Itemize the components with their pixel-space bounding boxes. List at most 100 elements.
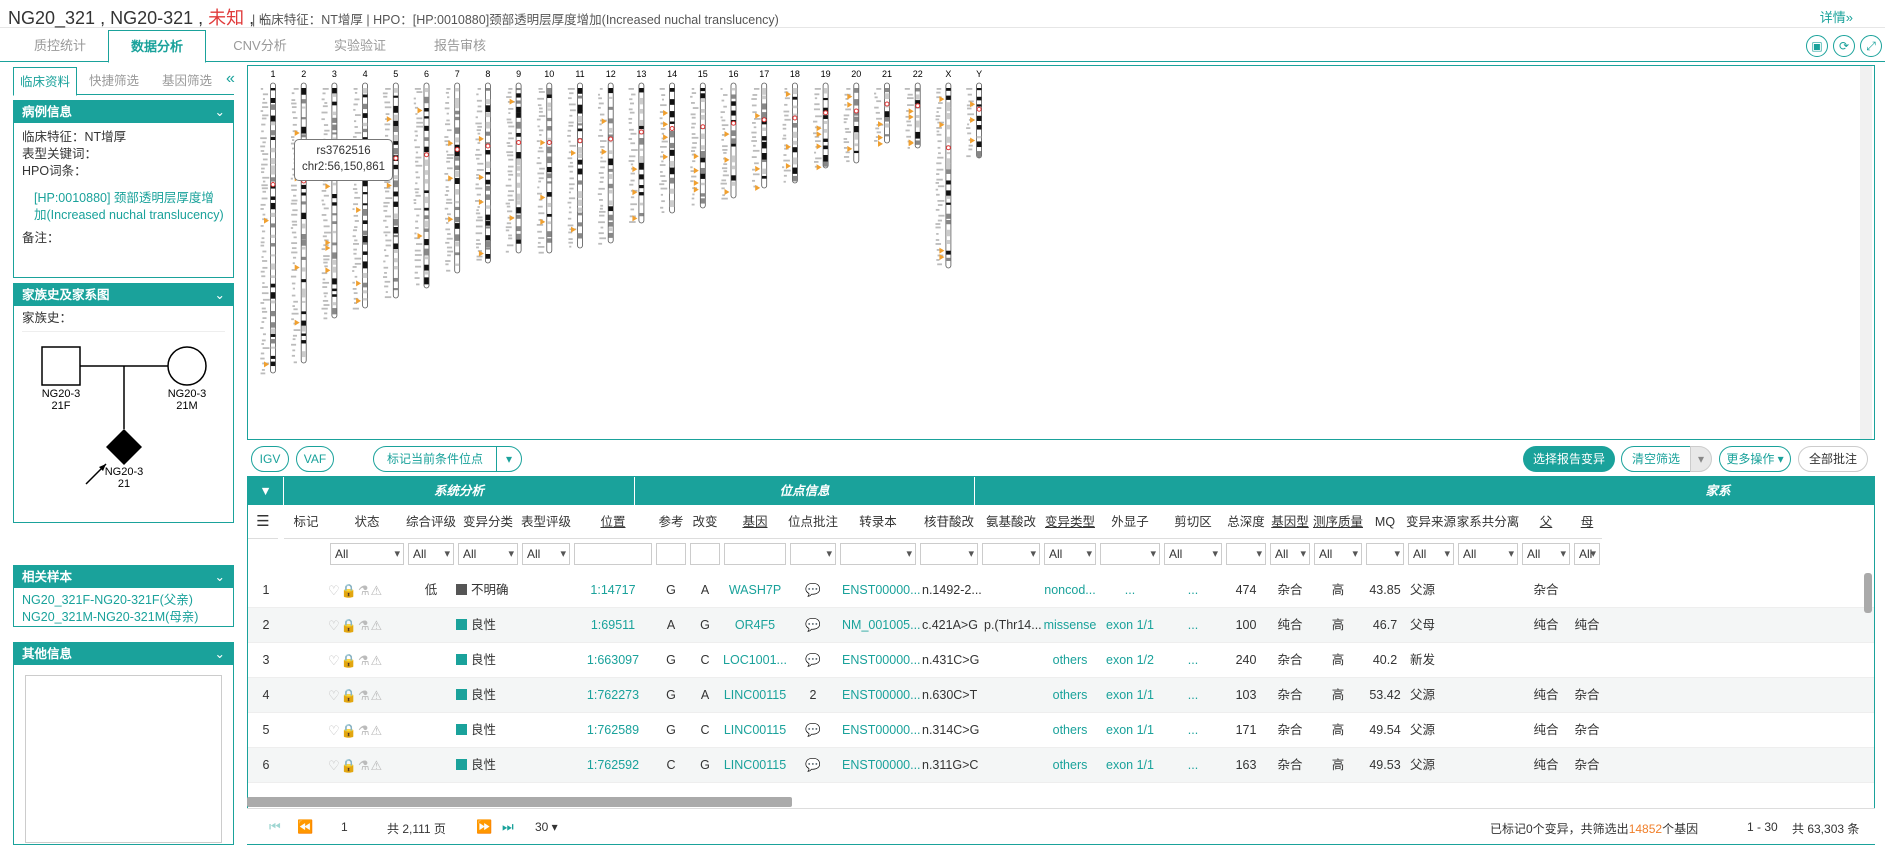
chromosome-Y[interactable]: Y	[966, 69, 982, 159]
chromosome-5[interactable]: 5	[382, 69, 399, 299]
cell-gene[interactable]: LOC1001...	[722, 643, 788, 678]
chromosome-11[interactable]: 11	[567, 69, 585, 249]
family-header[interactable]: 家族史及家系图 ⌄	[14, 284, 233, 306]
tab-report[interactable]: 报告审核	[414, 30, 506, 62]
cell-tx[interactable]: ENST00000...	[842, 713, 920, 748]
filter-exon[interactable]	[1100, 543, 1160, 565]
row-status-icons[interactable]: ♡🔒⚗⚠	[328, 678, 406, 713]
chromosome-2[interactable]: 2	[290, 69, 307, 364]
cell-gene[interactable]: OR4F5	[722, 608, 788, 643]
clear-dropdown-button[interactable]: ▾	[1690, 446, 1712, 472]
vertical-scrollbar[interactable]	[1864, 573, 1872, 613]
chromosome-19[interactable]: 19	[813, 69, 831, 171]
cell-exon[interactable]: exon 1/1	[1098, 713, 1162, 748]
cell-pos[interactable]: 1:762592	[572, 748, 654, 783]
filter-nt-change[interactable]	[920, 543, 978, 565]
cell-tx[interactable]: NM_001005...	[842, 608, 920, 643]
filter-father[interactable]: All	[1522, 543, 1570, 565]
more-actions-button[interactable]: 更多操作 ▾	[1719, 446, 1791, 472]
page-input[interactable]: 1	[341, 820, 348, 834]
ltab-clinical[interactable]: 临床资料	[13, 67, 77, 96]
chromosome-ideogram[interactable]: 1 2 3 4 5 6 7 8 9 10 11 12 13 14 15 16 17 18 19 20 21 22 X Y	[247, 65, 1875, 440]
chromosome-13[interactable]: 13	[628, 69, 646, 224]
cell-tx[interactable]: ENST00000...	[842, 748, 920, 783]
filter-quality[interactable]: All	[1314, 543, 1362, 565]
last-page-icon[interactable]: ⏭	[502, 819, 514, 835]
col-header-class[interactable]: 变异分类	[456, 505, 520, 539]
col-header-exon[interactable]: 外显子	[1098, 505, 1162, 539]
cell-splice[interactable]: ...	[1162, 643, 1224, 678]
cell-pos[interactable]: 1:663097	[572, 643, 654, 678]
col-header-mark[interactable]: 标记	[284, 505, 328, 539]
filter-transcript[interactable]	[840, 543, 916, 565]
col-header-note[interactable]: 位点批注	[788, 505, 838, 539]
screenshot-icon[interactable]: ▣	[1806, 35, 1828, 57]
filter-source[interactable]: All	[1408, 543, 1454, 565]
table-row[interactable]: 5 ♡🔒⚗⚠ 良性 1:762589 G C LINC00115 💬 ENST00000... n…	[248, 713, 1874, 748]
case-info-header[interactable]: 病例信息 ⌄	[14, 101, 233, 123]
cell-pos[interactable]: 1:762273	[572, 678, 654, 713]
col-header-mq[interactable]: MQ	[1364, 505, 1406, 539]
chromosome-20[interactable]: 20	[843, 69, 862, 164]
related-sample-father[interactable]: NG20_321F-NG20-321F(父亲)	[22, 592, 225, 609]
filter-mother[interactable]: All	[1574, 543, 1600, 565]
ltab-quick-filter[interactable]: 快捷筛选	[81, 67, 147, 95]
horizontal-scrollbar[interactable]	[247, 797, 792, 807]
comment-icon[interactable]: 💬	[805, 653, 821, 667]
chromosome-12[interactable]: 12	[597, 69, 616, 245]
row-status-icons[interactable]: ♡🔒⚗⚠	[328, 608, 406, 643]
col-header-position[interactable]: 位置	[572, 505, 654, 539]
cell-gene[interactable]: LINC00115	[722, 678, 788, 713]
favorite-icon[interactable]: ♡🔒⚗⚠	[328, 688, 383, 703]
igv-button[interactable]: IGV	[251, 446, 289, 472]
filter-status[interactable]: All	[330, 543, 404, 565]
chromosome-16[interactable]: 16	[720, 69, 739, 200]
hpo-link[interactable]: [HP:0010880] 颈部透明层厚度增加(Increased nuchal …	[22, 190, 225, 224]
table-row[interactable]: 2 ♡🔒⚗⚠ 良性 1:69511 A G OR4F5 💬 NM_001005... c.421A…	[248, 608, 1874, 643]
comment-icon[interactable]: 💬	[805, 758, 821, 772]
chromosome-4[interactable]: 4	[352, 69, 368, 310]
fullscreen-icon[interactable]: ⤢	[1860, 35, 1882, 57]
cell-type[interactable]: noncod...	[1042, 573, 1098, 608]
col-header-transcript[interactable]: 转录本	[838, 505, 918, 539]
col-header-aa-change[interactable]: 氨基酸改变	[980, 505, 1042, 563]
row-status-icons[interactable]: ♡🔒⚗⚠	[328, 573, 406, 608]
menu-icon[interactable]: ☰	[248, 505, 278, 539]
mark-sites-button[interactable]: 标记当前条件位点	[373, 446, 497, 472]
chromosome-22[interactable]: 22	[904, 69, 923, 149]
chromosome-X[interactable]: X	[935, 69, 951, 269]
filter-rating[interactable]: All	[408, 543, 454, 565]
filter-mq[interactable]	[1366, 543, 1404, 565]
cell-note[interactable]: 2	[788, 678, 838, 713]
tab-qc[interactable]: 质控统计	[14, 30, 106, 62]
col-header-pheno[interactable]: 表型评级	[520, 505, 572, 539]
mark-dropdown-button[interactable]: ▾	[496, 446, 522, 472]
cell-note[interactable]: 💬	[788, 608, 838, 643]
favorite-icon[interactable]: ♡🔒⚗⚠	[328, 583, 383, 598]
filter-type[interactable]: All	[1044, 543, 1096, 565]
col-header-splice[interactable]: 剪切区	[1162, 505, 1224, 539]
col-header-genotype[interactable]: 基因型	[1268, 505, 1312, 539]
col-header-rating[interactable]: 综合评级	[406, 505, 456, 539]
cell-exon[interactable]: exon 1/1	[1098, 608, 1162, 643]
filter-class[interactable]: All	[458, 543, 518, 565]
cell-tx[interactable]: ENST00000...	[842, 643, 920, 678]
table-row[interactable]: 1 ♡🔒⚗⚠ 低 不明确 1:14717 G A WASH7P 💬 ENST00000... n.1…	[248, 573, 1874, 608]
select-report-button[interactable]: 选择报告变异	[1523, 446, 1615, 472]
col-header-depth[interactable]: 总深度	[1224, 505, 1268, 539]
details-link[interactable]: 详情»	[1820, 7, 1853, 26]
collapse-sidebar-icon[interactable]: «	[226, 70, 235, 88]
cell-tx[interactable]: ENST00000...	[842, 573, 920, 608]
refresh-icon[interactable]: ⟳	[1833, 35, 1855, 57]
cell-splice[interactable]: ...	[1162, 608, 1224, 643]
cell-type[interactable]: others	[1042, 713, 1098, 748]
filter-genotype[interactable]: All	[1270, 543, 1310, 565]
related-header[interactable]: 相关样本 ⌄	[14, 566, 233, 588]
cell-exon[interactable]: exon 1/1	[1098, 678, 1162, 713]
filter-position[interactable]	[574, 543, 652, 565]
cell-note[interactable]: 💬	[788, 748, 838, 783]
col-header-source[interactable]: 变异来源	[1406, 505, 1456, 539]
col-header-gene[interactable]: 基因	[722, 505, 788, 539]
cell-note[interactable]: 💬	[788, 643, 838, 678]
chromosome-8[interactable]: 8	[475, 69, 491, 264]
